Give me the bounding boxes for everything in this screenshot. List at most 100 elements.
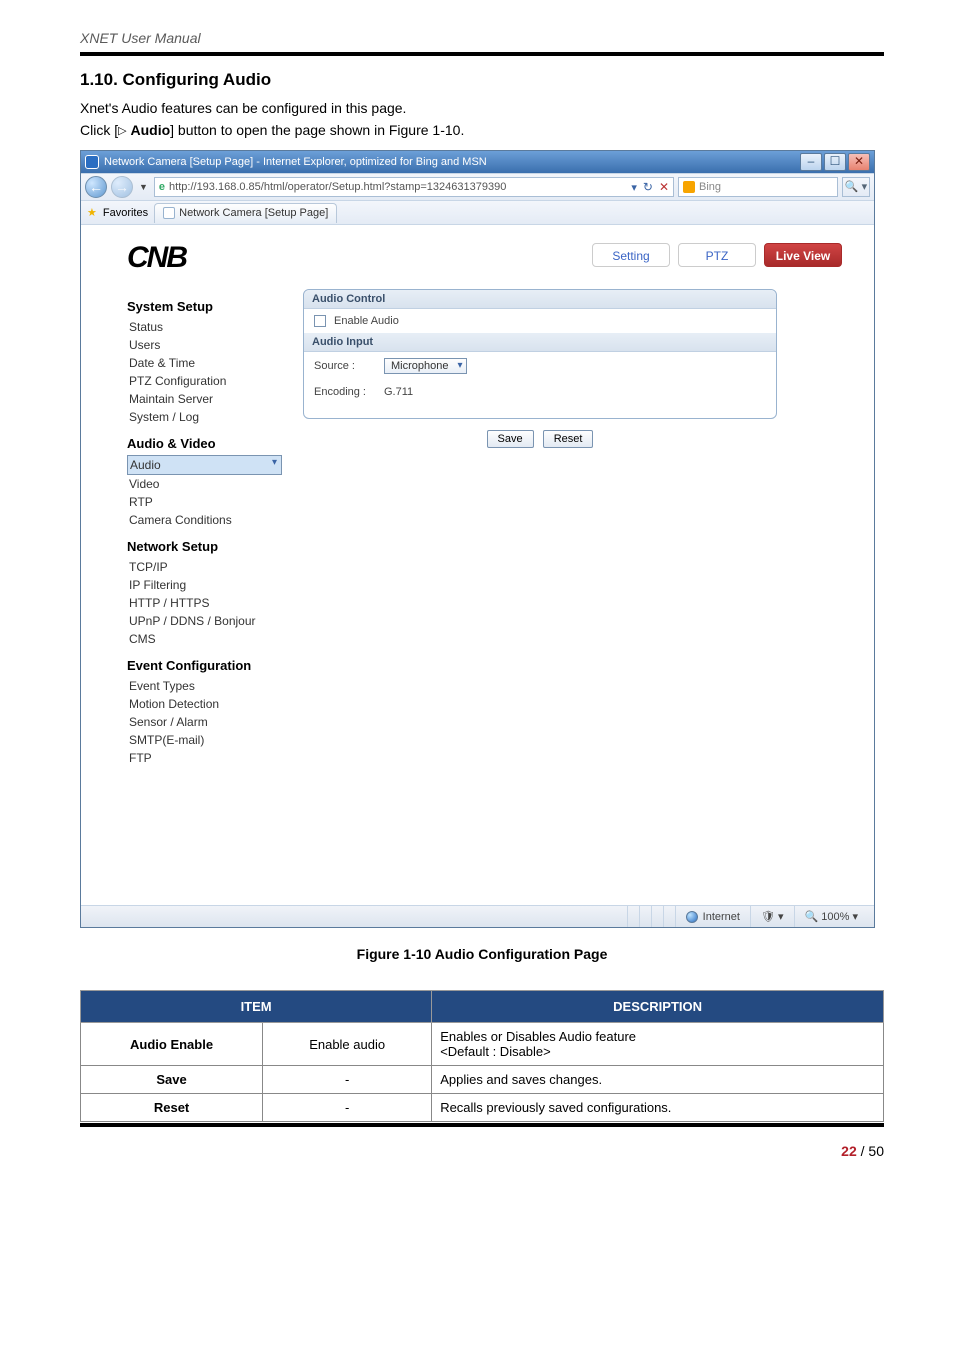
page-footer: 22 / 50 [80,1143,884,1159]
zone-icon: 🛡 [761,910,775,923]
panel-head-audioinput: Audio Input [304,333,776,352]
status-seg1 [627,906,639,927]
favorites-label: Favorites [103,207,148,219]
source-row: Source : Microphone [304,352,776,380]
sidebar-item-eventtypes[interactable]: Event Types [127,677,282,695]
page-current: 22 [841,1143,857,1159]
sidebar-item-users[interactable]: Users [127,336,282,354]
status-internet: Internet [675,906,750,927]
sidebar-item-tcpip[interactable]: TCP/IP [127,558,282,576]
click-line: Click [▷ Audio] button to open the page … [80,122,884,138]
setting-button[interactable]: Setting [592,243,670,267]
search-field[interactable]: Bing [678,177,838,197]
zone-dd: ▾ [778,910,784,923]
sidebar-item-maintain[interactable]: Maintain Server [127,390,282,408]
td-r1c: Enables or Disables Audio feature <Defau… [432,1023,884,1066]
hr-top [80,52,884,56]
th-desc: DESCRIPTION [432,991,884,1023]
close-button[interactable]: ✕ [848,153,870,171]
star-icon[interactable]: ★ [87,206,97,219]
top-buttons: Setting PTZ Live View [592,243,842,267]
browser-window: Network Camera [Setup Page] - Internet E… [80,150,875,928]
page-sep: / [857,1143,869,1159]
zoom-value: 100% ▾ [821,910,858,923]
url-text: http://193.168.0.85/html/operator/Setup.… [169,181,506,193]
sidebar-item-video[interactable]: Video [127,475,282,493]
globe-icon [686,911,698,923]
source-label: Source : [314,360,376,372]
browser-tab[interactable]: Network Camera [Setup Page] [154,203,337,223]
maximize-button[interactable]: ☐ [824,153,846,171]
enable-audio-checkbox[interactable] [314,315,326,327]
sidebar-item-ipfilter[interactable]: IP Filtering [127,576,282,594]
sidebar-item-sensor[interactable]: Sensor / Alarm [127,713,282,731]
sidebar-item-upnp[interactable]: UPnP / DDNS / Bonjour [127,612,282,630]
sidebar-group-event: Event Configuration [127,658,297,673]
sidebar-group-system: System Setup [127,299,297,314]
search-placeholder: Bing [699,181,721,193]
sidebar-item-ptzconfig[interactable]: PTZ Configuration [127,372,282,390]
status-zoom[interactable]: 🔍 100% ▾ [794,906,868,927]
click-suffix: ] button to open the page shown in Figur… [170,122,464,138]
description-table: ITEM DESCRIPTION Audio Enable Enable aud… [80,990,884,1122]
status-zone[interactable]: 🛡 ▾ [750,906,794,927]
panel-head-audiocontrol: Audio Control [304,290,776,309]
stop-icon[interactable]: ✕ [659,180,669,194]
status-seg3 [651,906,663,927]
bing-icon [683,181,695,193]
sidebar-item-smtp[interactable]: SMTP(E-mail) [127,731,282,749]
refresh-icon[interactable]: ↻ [643,180,653,194]
page-content: Setting PTZ Live View CNB System Setup S… [81,225,874,905]
sidebar-item-audio[interactable]: Audio [127,455,282,475]
window-title: Network Camera [Setup Page] - Internet E… [104,156,800,168]
enable-audio-label: Enable Audio [334,315,399,327]
status-internet-label: Internet [703,911,740,923]
sidebar-item-cms[interactable]: CMS [127,630,282,648]
back-button[interactable]: ← [85,176,107,198]
reset-button[interactable]: Reset [543,430,594,448]
logo-text: CNB [127,241,186,274]
click-prefix: Click [ [80,122,118,138]
panel-buttons: Save Reset [303,433,777,445]
ptz-button[interactable]: PTZ [678,243,756,267]
sidebar-group-av: Audio & Video [127,436,297,451]
th-item: ITEM [81,991,432,1023]
sidebar-item-rtp[interactable]: RTP [127,493,282,511]
click-bold: Audio [130,122,170,138]
enable-audio-row: Enable Audio [304,309,776,333]
url-field[interactable]: e http://193.168.0.85/html/operator/Setu… [154,177,674,197]
window-buttons: – ☐ ✕ [800,153,870,171]
sidebar-group-network: Network Setup [127,539,297,554]
sidebar-item-motion[interactable]: Motion Detection [127,695,282,713]
td-r1b: Enable audio [263,1023,432,1066]
td-r1a: Audio Enable [81,1023,263,1066]
url-dropdown-icon[interactable]: ▾ [631,181,637,194]
save-button[interactable]: Save [487,430,534,448]
td-r3a: Reset [81,1094,263,1122]
encoding-value: G.711 [384,386,413,398]
tab-label: Network Camera [Setup Page] [179,207,328,219]
sidebar-item-http[interactable]: HTTP / HTTPS [127,594,282,612]
td-r2c: Applies and saves changes. [432,1066,884,1094]
intro-line: Xnet's Audio features can be configured … [80,100,884,116]
section-title: 1.10. Configuring Audio [80,70,884,90]
ie-icon [85,155,99,169]
sidebar-item-ftp[interactable]: FTP [127,749,282,767]
source-select[interactable]: Microphone [384,358,467,374]
status-seg2 [639,906,651,927]
ie-page-icon: e [159,181,165,193]
status-seg4 [663,906,675,927]
td-r2b: - [263,1066,432,1094]
sidebar-item-syslog[interactable]: System / Log [127,408,282,426]
doc-header: XNET User Manual [80,30,884,46]
nav-dropdown-icon[interactable]: ▼ [137,182,150,192]
forward-button[interactable]: → [111,176,133,198]
encoding-row: Encoding : G.711 [304,380,776,404]
triangle-icon: ▷ [118,124,126,137]
minimize-button[interactable]: – [800,153,822,171]
search-button[interactable]: 🔍 ▾ [842,177,870,197]
sidebar-item-status[interactable]: Status [127,318,282,336]
sidebar-item-datetime[interactable]: Date & Time [127,354,282,372]
liveview-button[interactable]: Live View [764,243,842,267]
sidebar-item-camera[interactable]: Camera Conditions [127,511,282,529]
